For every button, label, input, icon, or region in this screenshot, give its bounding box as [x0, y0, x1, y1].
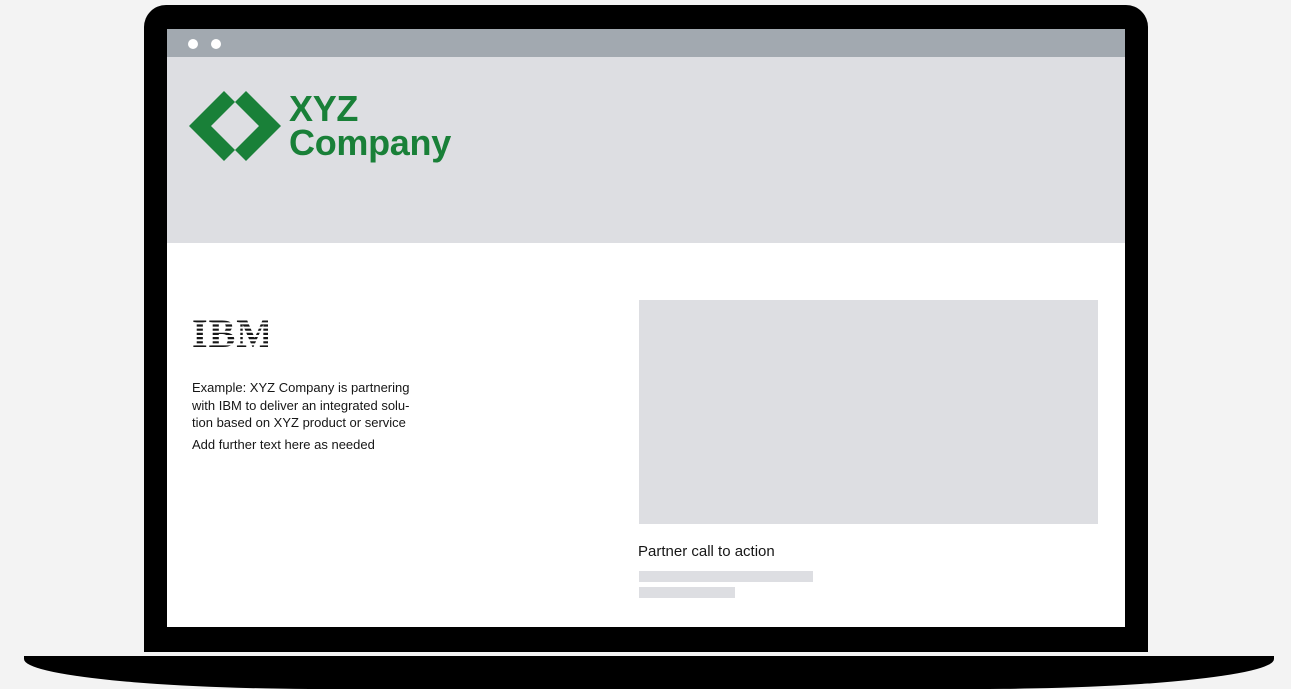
cta-placeholder-line	[639, 571, 813, 582]
company-name-line1: XYZ	[289, 88, 359, 129]
diamond-chevron-logo-icon	[189, 91, 281, 161]
window-dot-icon[interactable]	[188, 39, 198, 49]
laptop-base	[24, 656, 1274, 689]
cta-placeholder-line	[639, 587, 735, 598]
media-placeholder	[639, 300, 1098, 524]
window-dot-icon[interactable]	[211, 39, 221, 49]
ibm-logo-text: IBM	[192, 316, 268, 348]
browser-window: XYZ Company IBM Example: XYZ Company is …	[167, 29, 1125, 627]
extra-text: Add further text here as needed	[192, 436, 375, 452]
partner-description: Example: XYZ Company is partnering with …	[192, 379, 472, 453]
company-name-line2: Company	[289, 122, 451, 163]
company-logo[interactable]: XYZ Company	[189, 91, 451, 161]
description-line: tion based on XYZ product or service	[192, 415, 406, 430]
company-wordmark: XYZ Company	[289, 88, 451, 163]
description-line: with IBM to deliver an integrated solu-	[192, 397, 410, 413]
partner-cta-link[interactable]: Partner call to action	[638, 543, 775, 560]
page-header: XYZ Company	[167, 57, 1125, 243]
ibm-logo: IBM	[192, 316, 268, 348]
description-line: Example: XYZ Company is partnering	[192, 380, 410, 395]
browser-title-bar	[167, 29, 1125, 57]
